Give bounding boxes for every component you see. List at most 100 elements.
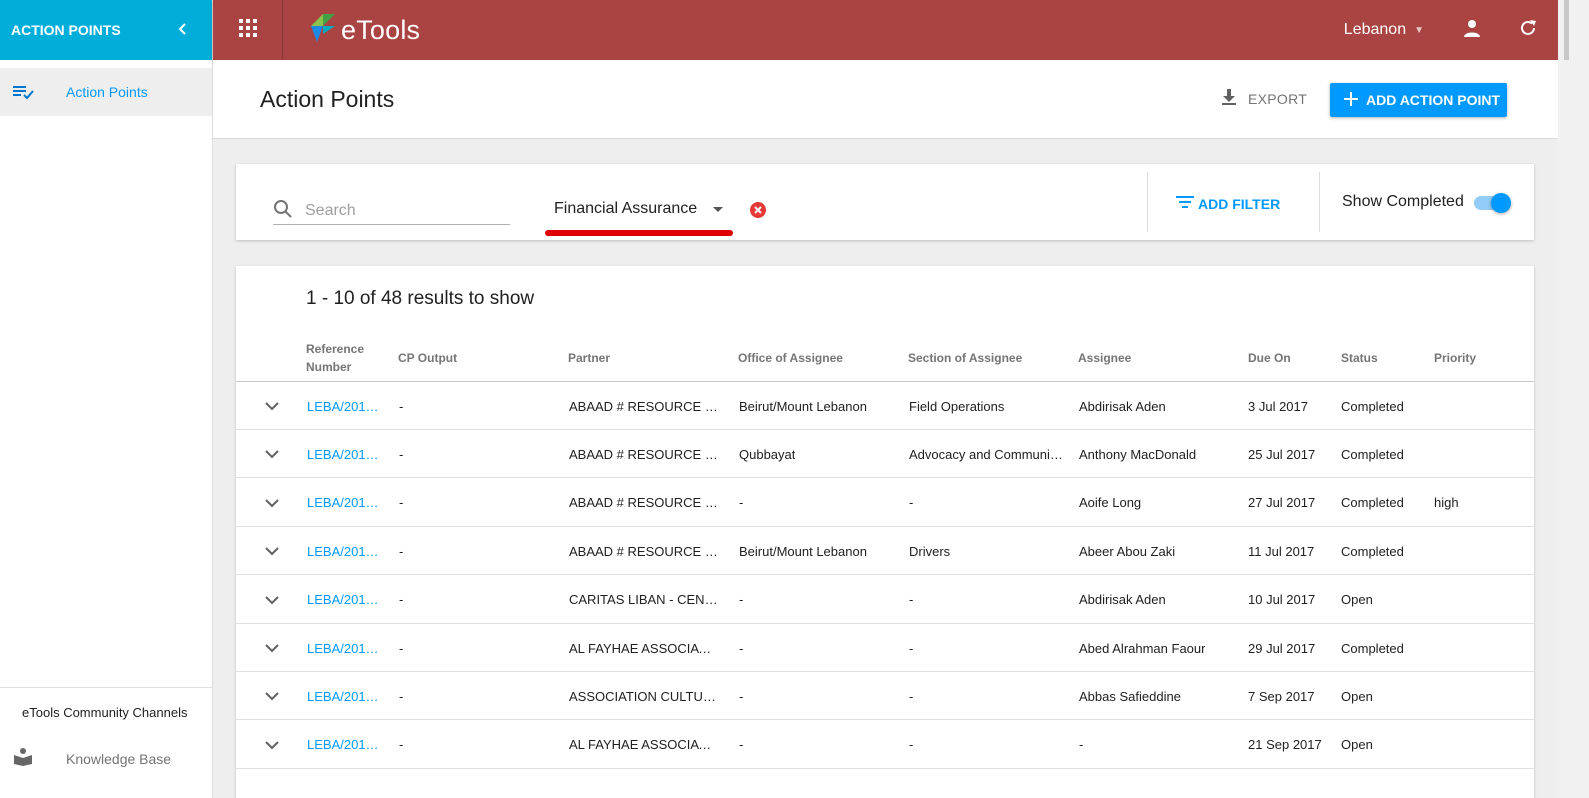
cell-text: Open (1341, 688, 1373, 704)
column-header-assignee[interactable]: Assignee (1078, 334, 1238, 382)
chevron-down-icon[interactable] (262, 638, 282, 658)
reference-number-link[interactable]: LEBA/2018/... (307, 430, 385, 478)
sidebar-item-label: Action Points (66, 84, 148, 100)
etools-logo-mark-icon (307, 12, 339, 49)
add-filter-button[interactable]: ADD FILTER (1176, 195, 1280, 212)
section-cell: - (909, 624, 1064, 672)
logo-text: eTools (341, 14, 421, 45)
scrollbar-thumb[interactable] (1564, 0, 1569, 60)
filter-value: Financial Assurance (554, 200, 698, 217)
cell-text: 3 Jul 2017 (1248, 398, 1308, 414)
column-header-status[interactable]: Status (1341, 334, 1431, 382)
table-row[interactable]: LEBA/2018/...-ASSOCIATION CULTURELLE...-… (236, 672, 1534, 721)
office-cell: - (739, 721, 899, 769)
page-header: Action Points EXPORT ADD ACTION POINT (213, 60, 1558, 139)
chevron-down-icon[interactable] (262, 590, 282, 610)
etools-logo[interactable]: eTools (307, 12, 420, 49)
assignee-cell: Abdirisak Aden (1079, 382, 1239, 430)
plus-icon (1344, 91, 1358, 109)
results-table-card: 1 - 10 of 48 results to show Reference N… (236, 266, 1534, 798)
country-label: Lebanon (1343, 21, 1407, 38)
filter-list-icon (1176, 195, 1194, 212)
financial-assurance-filter[interactable]: Financial Assurance (554, 200, 724, 218)
person-icon (1462, 18, 1482, 43)
priority-cell (1434, 576, 1524, 624)
reference-number-link[interactable]: LEBA/2018/... (307, 576, 385, 624)
refresh-button[interactable] (1516, 18, 1540, 42)
cell-text: Abed Alrahman Faour (1079, 640, 1206, 656)
office-cell: - (739, 672, 899, 720)
sidebar-title: ACTION POINTS (11, 22, 121, 38)
cell-text[interactable]: LEBA/2018/... (307, 737, 385, 752)
add-action-point-button[interactable]: ADD ACTION POINT (1330, 83, 1507, 117)
cell-text[interactable]: LEBA/2018/... (307, 544, 385, 559)
cell-text: Completed (1341, 398, 1404, 414)
knowledge-base-link[interactable]: Knowledge Base (0, 745, 212, 772)
chevron-down-icon[interactable] (262, 396, 282, 416)
clear-filter-icon[interactable] (750, 202, 766, 223)
table-row[interactable]: LEBA/2018/... - AL FAYHAE ASSOCIATION - - -21… (236, 721, 1534, 769)
cell-text: CARITAS LIBAN - CENTRE... (569, 592, 719, 608)
show-completed-toggle[interactable] (1474, 193, 1511, 213)
cell-text[interactable]: LEBA/2018/... (307, 495, 385, 510)
column-header-cp-output[interactable]: CP Output (398, 334, 558, 382)
cell-text: 11 Jul 2017 (1248, 543, 1315, 559)
cp-output-cell: - (399, 624, 559, 672)
cell-text[interactable]: LEBA/2018/... (307, 689, 385, 704)
cell-text: high (1434, 495, 1459, 511)
cell-text: Field Operations (909, 398, 1005, 414)
add-filter-label: ADD FILTER (1198, 195, 1281, 212)
table-row[interactable]: LEBA/2018/...-ABAAD # RESOURCE CENTER...… (236, 430, 1534, 479)
cell-text[interactable]: LEBA/2018/... (307, 641, 385, 656)
table-header: Reference Number CP Output Partner Offic… (236, 334, 1534, 382)
country-selector[interactable]: Lebanon ▼ (1344, 21, 1424, 39)
add-action-point-label: ADD ACTION POINT (1366, 92, 1501, 108)
table-row[interactable]: LEBA/2018/...-ABAAD # RESOURCE CENTER...… (236, 382, 1534, 430)
page-scrollbar[interactable] (1558, 0, 1589, 798)
chevron-down-icon[interactable] (262, 686, 282, 706)
table-row[interactable]: LEBA/2018/...-ABAAD # RESOURCE CENTER...… (236, 527, 1534, 576)
partner-cell: ABAAD # RESOURCE CENTER... (569, 430, 719, 478)
cell-text: ABAAD # RESOURCE CENTER... (569, 398, 719, 414)
reference-number-link[interactable]: LEBA/2018/... (307, 479, 385, 527)
reference-number-link[interactable]: LEBA/2018/... (307, 721, 385, 769)
highlight-underline (545, 230, 733, 236)
caret-down-icon: ▼ (1414, 24, 1424, 36)
table-row[interactable]: LEBA/2018/... - AL FAYHAE ASSOCIATION - - Abe… (236, 624, 1534, 672)
sidebar-footer: eTools Community Channels Knowledge Base (0, 687, 212, 798)
column-header-reference-number[interactable]: Reference Number (306, 334, 386, 382)
apps-menu-button[interactable] (213, 0, 283, 60)
profile-button[interactable] (1460, 18, 1484, 42)
column-header-partner[interactable]: Partner (568, 334, 728, 382)
table-row[interactable]: LEBA/2018/...-CARITAS LIBAN - CENTRE...-… (236, 576, 1534, 624)
priority-cell (1434, 672, 1524, 720)
cell-text[interactable]: LEBA/2018/... (307, 447, 385, 462)
refresh-icon (1518, 18, 1538, 43)
cell-text: - (739, 495, 744, 511)
chevron-down-icon[interactable] (262, 541, 282, 561)
chevron-down-icon[interactable] (262, 444, 282, 464)
chevron-down-icon[interactable] (262, 735, 282, 755)
chevron-down-icon[interactable] (262, 493, 282, 513)
search-input[interactable]: Search (273, 198, 510, 225)
column-header-due-on[interactable]: Due On (1248, 334, 1338, 382)
search-placeholder: Search (305, 202, 356, 219)
page-title: Action Points (260, 86, 395, 112)
column-header-priority[interactable]: Priority (1434, 334, 1524, 382)
column-header-office-of-assignee[interactable]: Office of Assignee (738, 334, 898, 382)
chevron-left-icon[interactable] (176, 20, 190, 40)
reference-number-link[interactable]: LEBA/2018/... (307, 624, 385, 672)
cell-text[interactable]: LEBA/2018/... (307, 399, 385, 414)
sidebar-item-action-points[interactable]: Action Points (0, 68, 212, 116)
priority-cell (1434, 382, 1524, 430)
export-button[interactable]: EXPORT (1220, 88, 1307, 109)
column-header-section-of-assignee[interactable]: Section of Assignee (908, 334, 1068, 382)
community-channels-heading: eTools Community Channels (22, 705, 188, 720)
reference-number-link[interactable]: LEBA/2018/... (307, 382, 385, 430)
reference-number-link[interactable]: LEBA/2018/... (307, 527, 385, 575)
partner-cell: CARITAS LIBAN - CENTRE... (569, 576, 719, 624)
reference-number-link[interactable]: LEBA/2018/... (307, 672, 385, 720)
partner-cell: ABAAD # RESOURCE CENTER... (569, 479, 719, 527)
cell-text[interactable]: LEBA/2018/... (307, 592, 385, 607)
table-row[interactable]: LEBA/2018/... - ABAAD # RESOURCE CENTER...… (236, 479, 1534, 527)
